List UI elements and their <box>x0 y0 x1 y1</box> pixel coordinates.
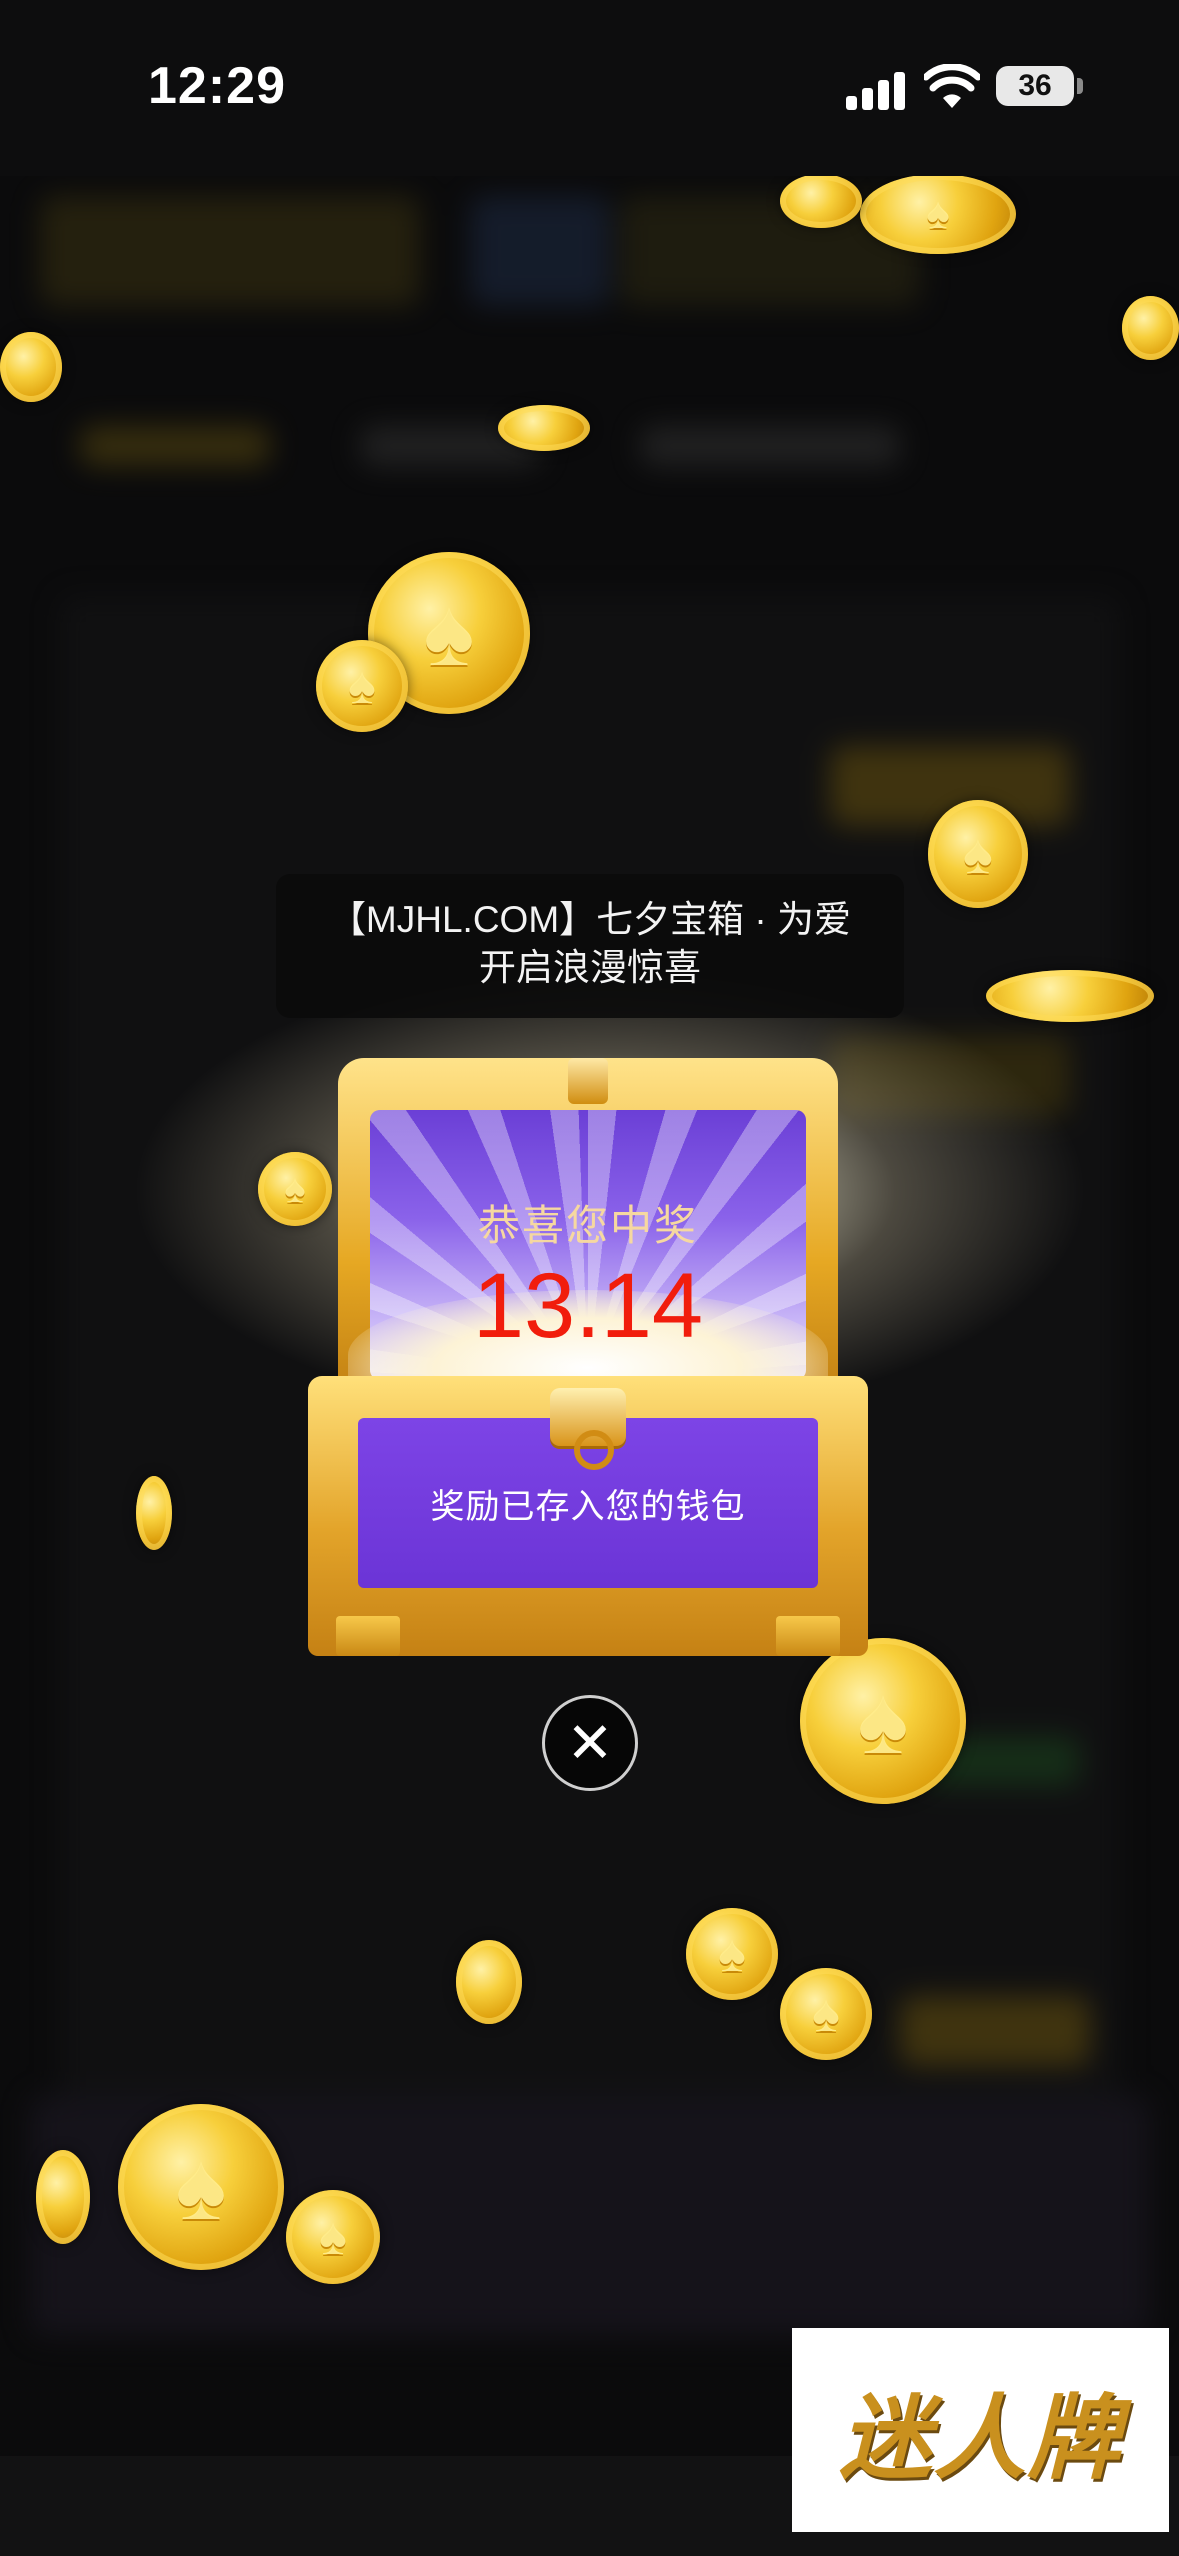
coin-icon: ♠ <box>118 2104 284 2270</box>
close-button[interactable]: ✕ <box>542 1695 638 1791</box>
coin-icon <box>136 1476 172 1550</box>
coin-icon: ♠ <box>316 640 408 732</box>
promo-banner: 【MJHL.COM】七夕宝箱 · 为爱 开启浪漫惊喜 <box>276 874 904 1018</box>
status-bar: 12:29 36 <box>0 0 1179 176</box>
chest-foot-right <box>776 1616 840 1656</box>
coin-icon <box>0 332 62 402</box>
chest-foot-left <box>336 1616 400 1656</box>
chest-base: 奖励已存入您的钱包 <box>308 1376 868 1656</box>
watermark-text: 迷人牌 <box>839 2383 1122 2492</box>
coin-icon: ♠ <box>860 174 1016 254</box>
coin-icon <box>36 2150 90 2244</box>
status-time: 12:29 <box>148 57 286 115</box>
banner-title-line1: 【MJHL.COM】七夕宝箱 · 为爱 <box>328 899 852 940</box>
coin-icon <box>456 1940 522 2024</box>
close-icon: ✕ <box>566 1711 614 1774</box>
coin-icon: ♠ <box>686 1908 778 2000</box>
coin-icon <box>780 174 862 228</box>
coin-icon: ♠ <box>800 1638 966 1804</box>
coin-icon <box>1122 296 1179 360</box>
clasp-ring <box>574 1430 614 1470</box>
prize-amount: 13.14 <box>472 1255 704 1357</box>
coin-icon: ♠ <box>928 800 1028 908</box>
treasure-chest: 恭喜您中奖 13.14 奖励已存入您的钱包 <box>308 1040 868 1656</box>
coin-icon: ♠ <box>780 1968 872 2060</box>
wallet-note: 奖励已存入您的钱包 <box>430 1487 746 1526</box>
coin-icon <box>498 405 590 451</box>
banner-title-line2: 开启浪漫惊喜 <box>479 947 701 988</box>
wifi-icon <box>924 64 980 108</box>
cellular-signal-icon <box>846 70 906 110</box>
lid-latch <box>568 1058 608 1104</box>
congrats-text: 恭喜您中奖 <box>477 1202 698 1249</box>
battery-indicator: 36 <box>996 66 1074 106</box>
coin-icon <box>986 970 1154 1022</box>
battery-tip <box>1077 78 1083 94</box>
coin-icon: ♠ <box>286 2190 380 2284</box>
watermark-logo: 迷人牌 <box>792 2328 1169 2532</box>
